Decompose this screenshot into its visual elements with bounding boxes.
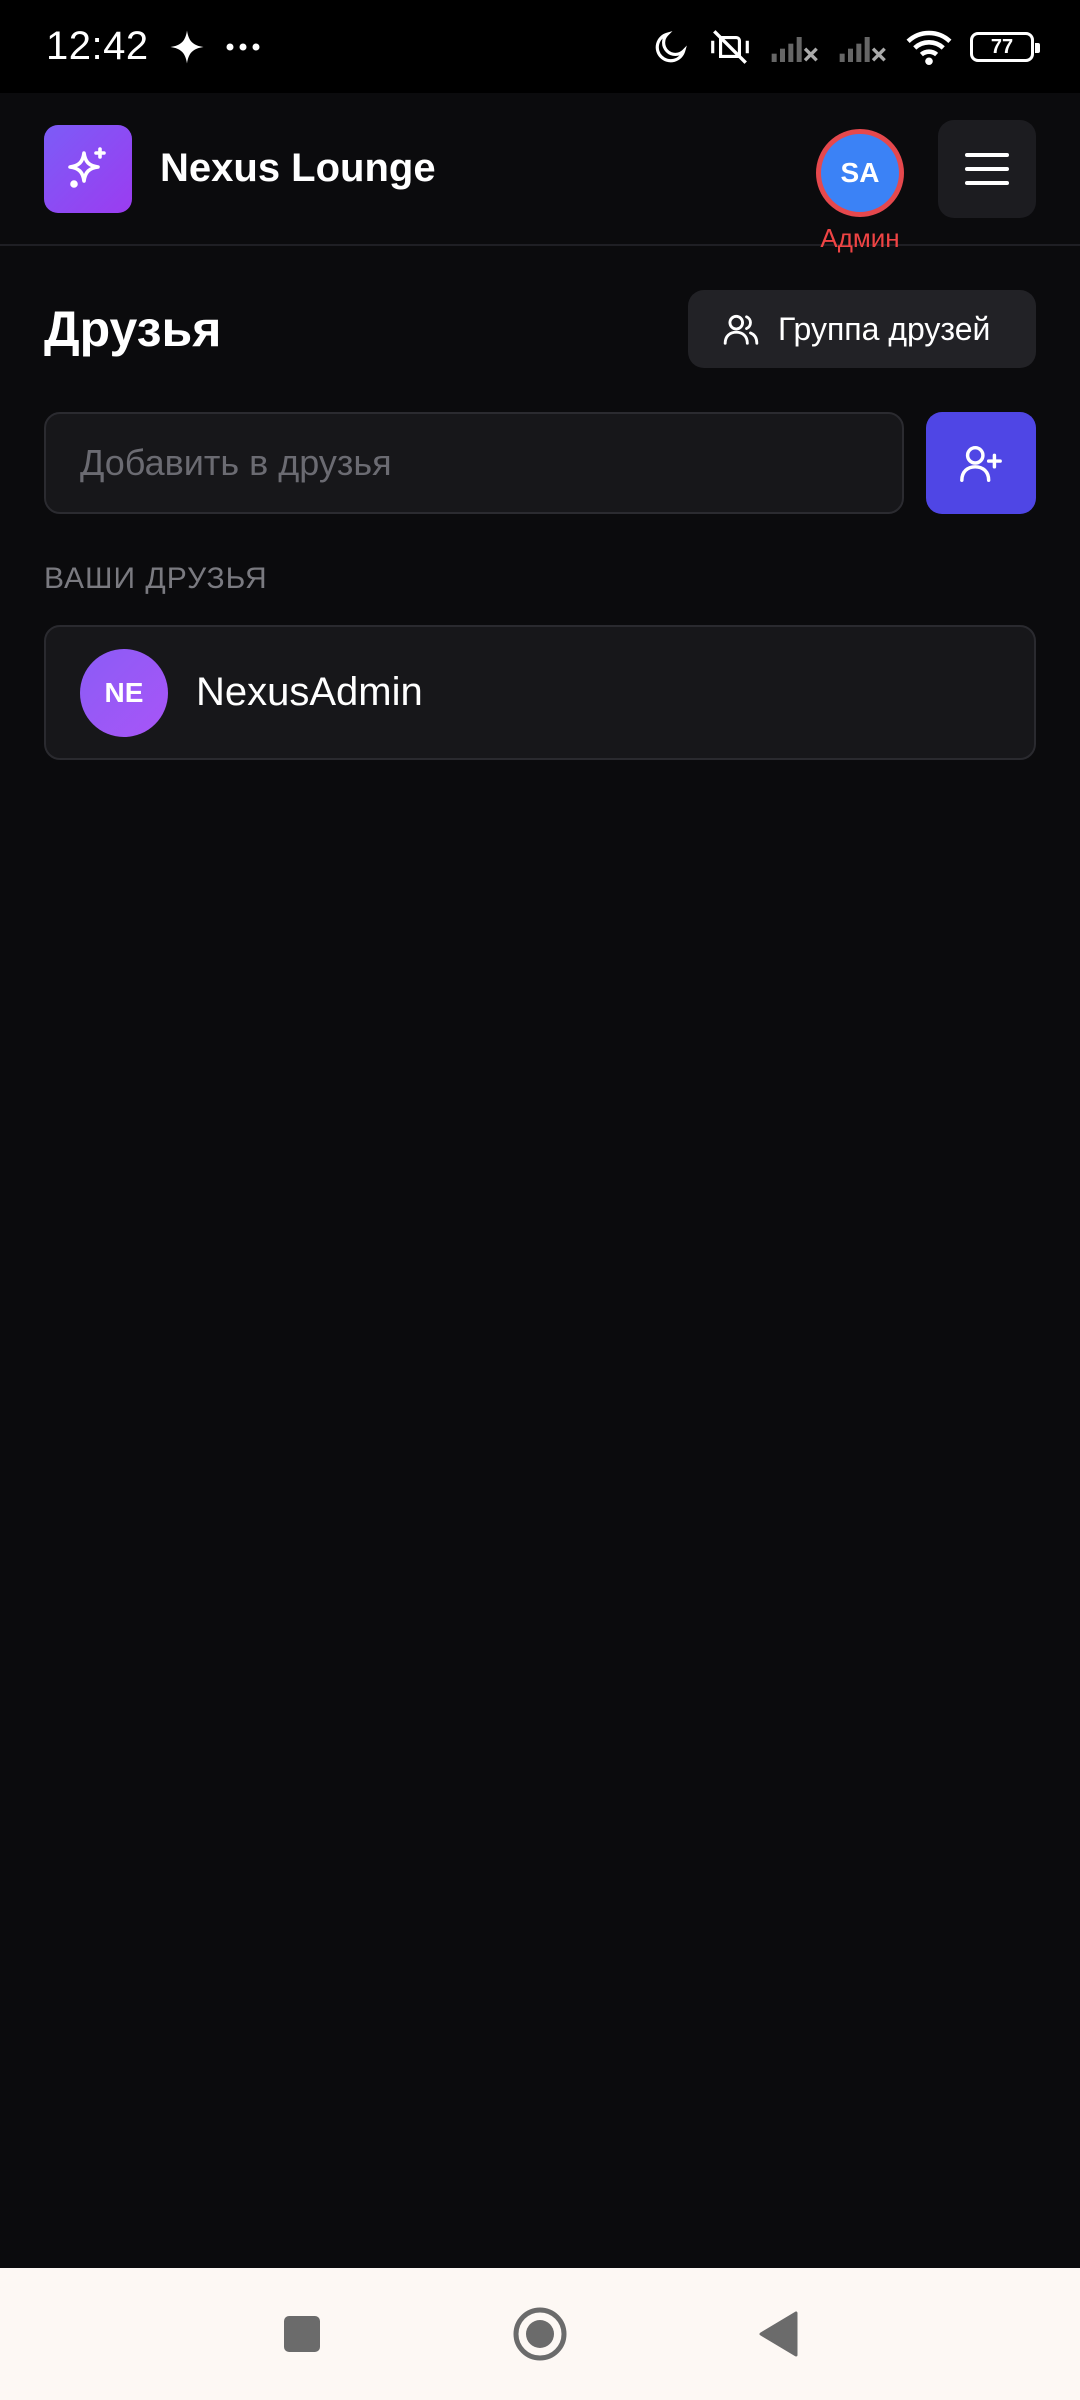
battery-level: 77 bbox=[990, 35, 1014, 58]
nav-back-button[interactable] bbox=[758, 2311, 798, 2357]
nav-home-button[interactable] bbox=[512, 2306, 568, 2362]
screen: 12:42 77 Nexus Lounge SA Админ Друзья Гр… bbox=[0, 0, 1080, 2400]
square-icon bbox=[284, 2316, 320, 2352]
nav-recents-button[interactable] bbox=[282, 2314, 322, 2354]
triangle-back-icon bbox=[759, 2311, 798, 2357]
user-plus-icon bbox=[960, 445, 1002, 482]
hamburger-menu-icon bbox=[965, 152, 1009, 185]
add-friend-input[interactable] bbox=[44, 412, 904, 514]
sparkles-icon bbox=[68, 146, 106, 188]
sparkle-notification-icon bbox=[170, 30, 204, 63]
friend-name: NexusAdmin bbox=[196, 670, 423, 714]
user-avatar[interactable]: SA bbox=[816, 129, 904, 217]
signal-2-icon bbox=[839, 36, 886, 62]
friend-group-label: Группа друзей bbox=[778, 310, 991, 347]
user-profile[interactable]: SA Админ bbox=[816, 129, 904, 254]
app-header: Nexus Lounge SA Админ bbox=[0, 93, 1080, 253]
signal-1-icon bbox=[771, 36, 818, 62]
system-nav-bar bbox=[0, 2268, 1080, 2400]
friend-list-item[interactable]: NE NexusAdmin bbox=[44, 625, 1036, 760]
add-friend-button[interactable] bbox=[926, 412, 1036, 514]
user-role-label: Админ bbox=[820, 223, 900, 253]
more-dots-icon bbox=[226, 43, 260, 50]
circle-icon bbox=[513, 2307, 567, 2361]
page-title: Друзья bbox=[44, 301, 222, 357]
app-logo[interactable] bbox=[44, 124, 132, 213]
friend-avatar: NE bbox=[80, 648, 168, 737]
battery-icon: 77 bbox=[970, 31, 1040, 62]
do-not-disturb-moon-icon bbox=[655, 30, 687, 62]
menu-button[interactable] bbox=[938, 119, 1036, 218]
section-label-your-friends: ВАШИ ДРУЗЬЯ bbox=[44, 562, 268, 595]
users-icon bbox=[723, 314, 759, 345]
app-title: Nexus Lounge bbox=[160, 146, 436, 190]
friend-group-button[interactable]: Группа друзей bbox=[688, 290, 1036, 368]
wifi-icon bbox=[906, 30, 952, 65]
vibrate-off-icon bbox=[711, 29, 749, 64]
status-bar: 12:42 77 bbox=[0, 0, 1080, 93]
status-time: 12:42 bbox=[46, 24, 149, 68]
